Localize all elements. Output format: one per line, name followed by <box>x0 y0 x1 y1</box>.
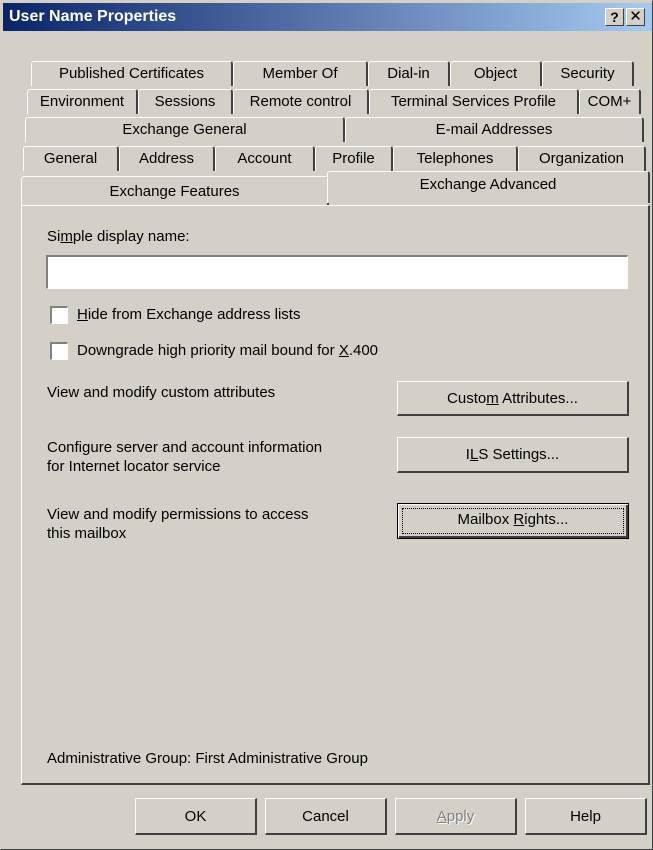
cancel-button[interactable]: Cancel <box>265 798 387 835</box>
mailbox-rights-description-line1: View and modify permissions to access <box>47 506 309 523</box>
ils-settings-button[interactable]: ILS Settings... <box>397 437 629 473</box>
tab-exchange-advanced[interactable]: Exchange Advanced <box>327 171 650 203</box>
display-name-input[interactable] <box>46 255 628 289</box>
ils-description-line2: for Internet locator service <box>47 458 221 475</box>
help-icon[interactable]: ? <box>605 8 624 26</box>
tab-object[interactable]: Object <box>450 61 542 86</box>
mailbox-rights-description-line2: this mailbox <box>47 525 127 542</box>
administrative-group-text: Administrative Group: First Administrati… <box>47 750 368 767</box>
tab-exchange-features[interactable]: Exchange Features <box>21 176 329 206</box>
tab-exchange-general[interactable]: Exchange General <box>25 117 345 142</box>
downgrade-mail-label[interactable]: Downgrade high priority mail bound for X… <box>77 342 378 359</box>
window-title: User Name Properties <box>9 8 177 25</box>
tab-content-panel <box>21 205 650 785</box>
tab-environment[interactable]: Environment <box>27 89 138 114</box>
custom-attributes-description: View and modify custom attributes <box>47 384 276 401</box>
tab-terminal-services-profile[interactable]: Terminal Services Profile <box>369 89 579 114</box>
title-bar[interactable]: User Name Properties ? ✕ <box>3 3 652 31</box>
close-icon[interactable]: ✕ <box>626 8 645 26</box>
tab-telephones[interactable]: Telephones <box>393 146 518 171</box>
tab-dial-in[interactable]: Dial-in <box>368 61 450 86</box>
tab-email-addresses[interactable]: E-mail Addresses <box>345 117 644 142</box>
tab-sessions[interactable]: Sessions <box>138 89 233 114</box>
properties-dialog: User Name Properties ? ✕ Published Certi… <box>0 0 653 850</box>
tab-organization[interactable]: Organization <box>518 146 646 171</box>
hide-from-address-lists-label[interactable]: Hide from Exchange address lists <box>77 306 300 323</box>
help-button[interactable]: Help <box>525 798 647 835</box>
tab-security[interactable]: Security <box>542 61 634 86</box>
downgrade-mail-checkbox[interactable] <box>50 342 68 360</box>
tab-remote-control[interactable]: Remote control <box>233 89 369 114</box>
ok-button[interactable]: OK <box>135 798 257 835</box>
focus-indicator <box>402 508 624 534</box>
hide-from-address-lists-checkbox[interactable] <box>50 306 68 324</box>
tab-member-of[interactable]: Member Of <box>233 61 368 86</box>
ils-description-line1: Configure server and account information <box>47 439 323 456</box>
tab-account[interactable]: Account <box>215 146 315 171</box>
tab-general[interactable]: General <box>23 146 119 171</box>
mailbox-rights-button[interactable]: Mailbox Rights... <box>397 503 629 539</box>
tab-profile[interactable]: Profile <box>315 146 393 171</box>
tab-address[interactable]: Address <box>119 146 215 171</box>
tab-published-certificates[interactable]: Published Certificates <box>31 61 233 86</box>
custom-attributes-button[interactable]: Custom Attributes... <box>397 381 629 416</box>
tab-com-plus[interactable]: COM+ <box>579 89 641 114</box>
display-name-label: Simple display name: <box>47 228 190 245</box>
apply-button[interactable]: Apply <box>395 798 517 835</box>
